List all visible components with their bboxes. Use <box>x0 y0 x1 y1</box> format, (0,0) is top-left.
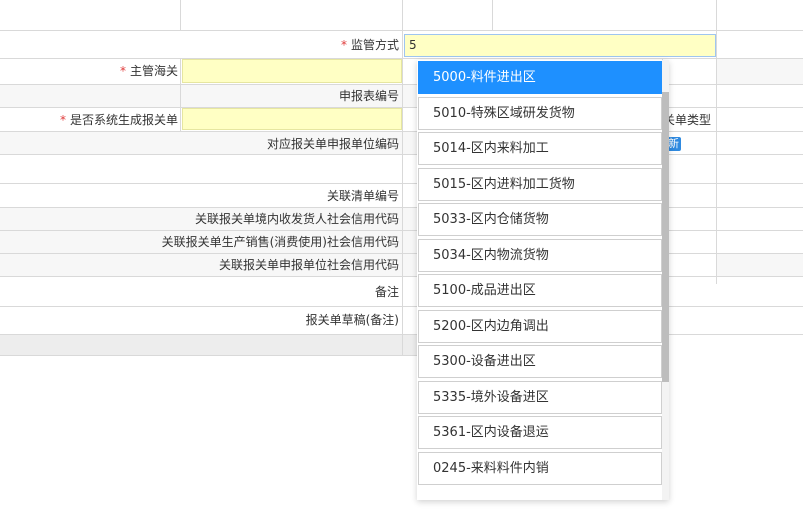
dropdown-option[interactable]: 5014-区内来料加工 <box>418 132 662 165</box>
grid-line <box>0 355 417 356</box>
dropdown-scrollbar-thumb[interactable] <box>662 92 669 382</box>
row-background <box>717 254 803 276</box>
dropdown-option[interactable]: 0245-来料料件内销 <box>418 451 662 485</box>
supervision-mode-value: 5 <box>409 38 417 52</box>
declaration-form-no-label: 申报表编号 <box>338 89 399 103</box>
dropdown-option[interactable]: 5034-区内物流货物 <box>418 238 662 272</box>
declarant-credit-code-label: 关联报关单申报单位社会信用代码 <box>218 258 399 272</box>
customs-label-text: 主管海关 <box>129 64 178 78</box>
dropdown-option[interactable]: 5300-设备进出区 <box>418 345 662 378</box>
footer-band <box>0 335 417 355</box>
grid-line <box>492 0 493 30</box>
grid-line <box>402 0 403 30</box>
grid-line <box>402 30 403 355</box>
auto-generate-label: * 是否系统生成报关单 <box>60 110 178 130</box>
dropdown-option[interactable]: 5033-区内仓储货物 <box>418 203 662 236</box>
dropdown-option[interactable]: 5100-成品进出区 <box>418 274 662 307</box>
linked-list-no-label: 关联清单编号 <box>326 189 399 203</box>
dropdown-option[interactable]: 5361-区内设备退运 <box>418 416 662 449</box>
producer-credit-code-label: 关联报关单生产销售(消费使用)社会信用代码 <box>161 235 399 249</box>
customs-input[interactable] <box>182 59 402 83</box>
grid-line <box>716 0 717 30</box>
dropdown-option[interactable]: 5010-特殊区域研发货物 <box>418 96 662 130</box>
required-mark: * <box>340 38 347 52</box>
dropdown-option[interactable]: 5200-区内边角调出 <box>418 309 662 343</box>
remarks-label: 备注 <box>374 285 399 299</box>
supervision-mode-label: * 监管方式 <box>341 35 399 55</box>
grid-line <box>180 58 181 131</box>
draft-remarks-label: 报关单草稿(备注) <box>305 313 399 327</box>
customs-label: * 主管海关 <box>120 61 178 81</box>
dropdown-option[interactable]: 5335-境外设备进区 <box>418 380 662 414</box>
supervision-mode-dropdown[interactable]: 5000-料件进出区 5010-特殊区域研发货物 5014-区内来料加工 5015-区… <box>417 60 669 500</box>
grid-line <box>180 0 181 30</box>
declaration-unit-code-label: 对应报关单申报单位编码 <box>266 137 399 151</box>
supervision-mode-label-text: 监管方式 <box>350 38 399 52</box>
dropdown-option[interactable]: 5000-料件进出区 <box>418 61 662 94</box>
required-mark: * <box>59 113 66 127</box>
consignee-credit-code-label: 关联报关单境内收发货人社会信用代码 <box>194 212 399 226</box>
auto-generate-label-text: 是否系统生成报关单 <box>69 113 178 127</box>
row-background <box>717 59 803 84</box>
dropdown-option[interactable]: 5015-区内进料加工货物 <box>418 167 662 201</box>
auto-generate-input[interactable] <box>182 108 402 130</box>
supervision-mode-input[interactable] <box>404 34 716 57</box>
required-mark: * <box>119 64 126 78</box>
declaration-type-label: 关单类型 <box>663 113 712 127</box>
